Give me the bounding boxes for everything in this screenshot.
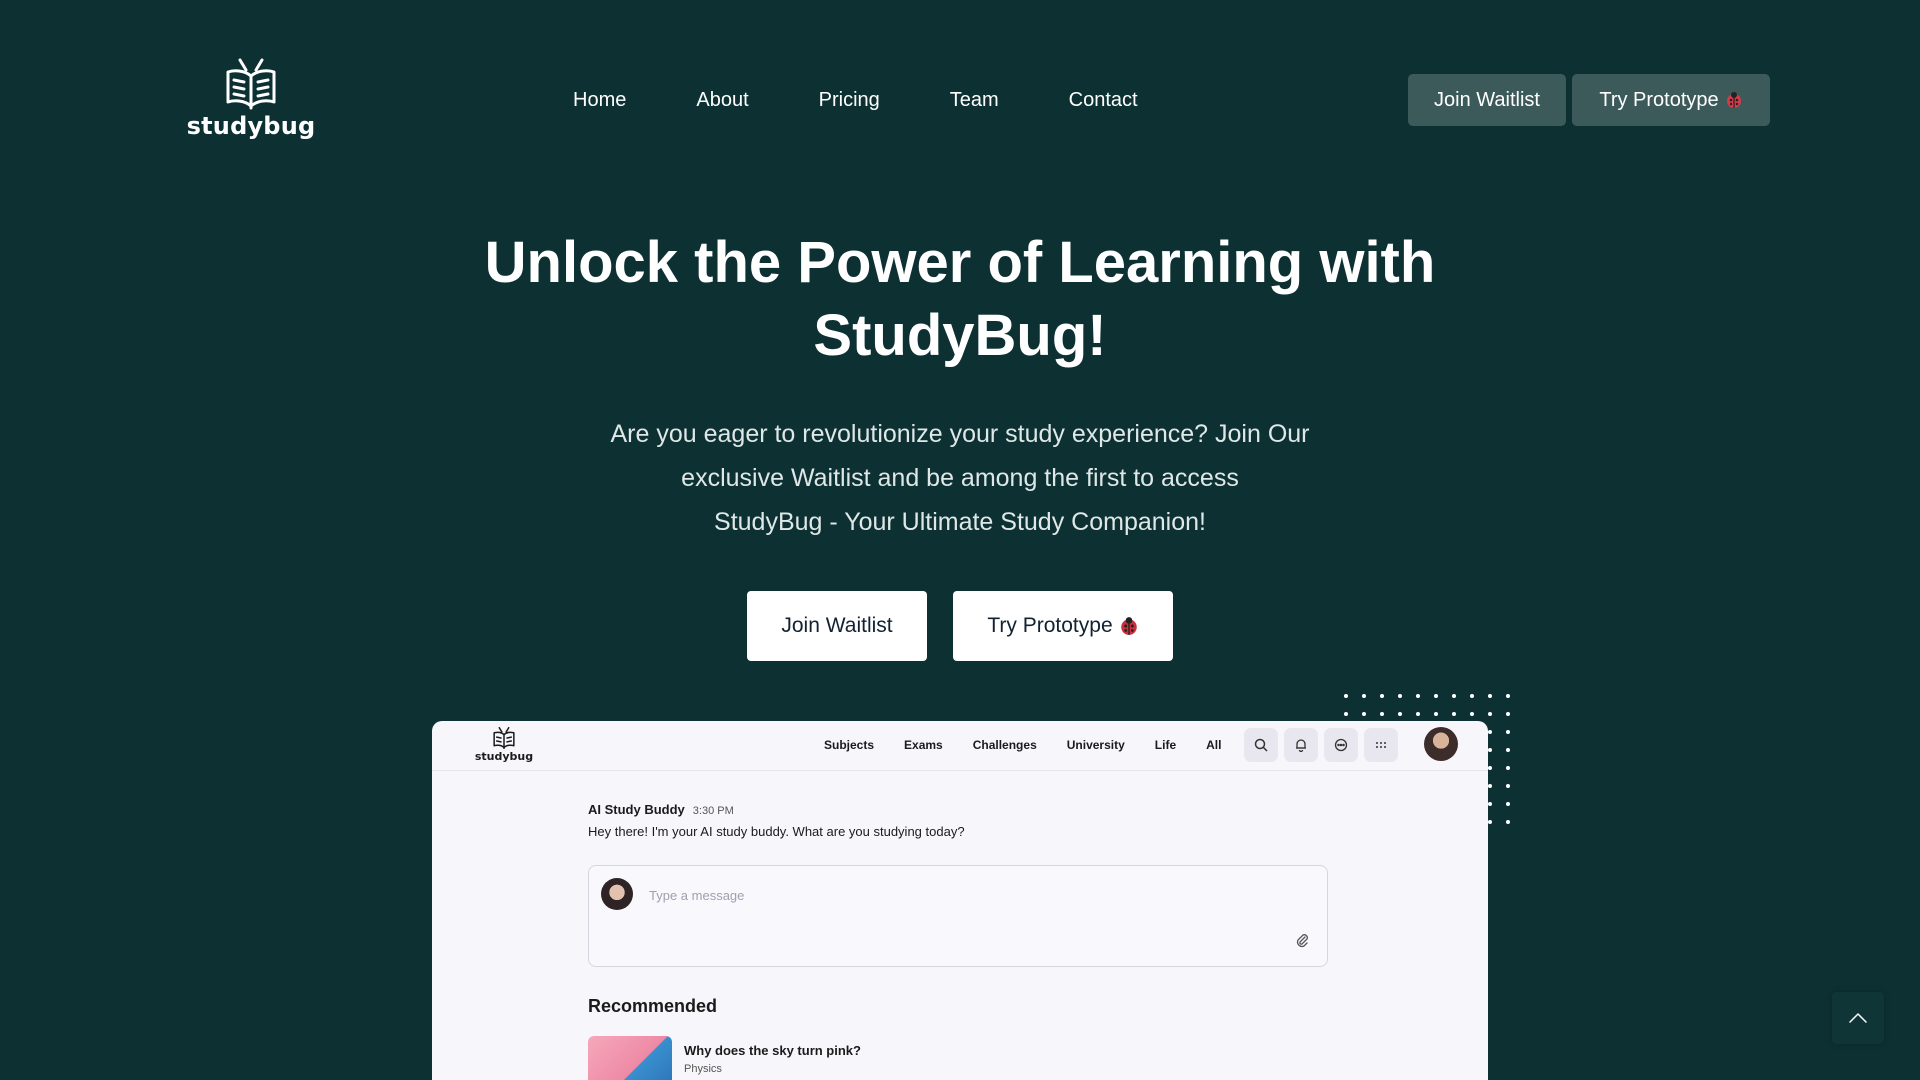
decor-dot [1506, 766, 1510, 770]
decor-dot [1488, 730, 1492, 734]
decor-dot [1434, 712, 1438, 716]
decor-dot [1506, 730, 1510, 734]
hero-title-line2: StudyBug! [813, 303, 1107, 368]
preview-nav-university[interactable]: University [1067, 738, 1125, 752]
decor-dot [1434, 694, 1438, 698]
ladybug-icon [1120, 617, 1137, 635]
decor-dot [1506, 748, 1510, 752]
preview-nav-exams[interactable]: Exams [904, 738, 943, 752]
input-avatar [601, 878, 633, 910]
decor-dot [1380, 694, 1384, 698]
decor-dot [1470, 712, 1474, 716]
decor-dot [1488, 784, 1492, 788]
decor-dot [1506, 820, 1510, 824]
preview-nav-subjects[interactable]: Subjects [824, 738, 874, 752]
decor-dot [1506, 694, 1510, 698]
chat-icon[interactable] [1324, 728, 1358, 762]
ladybug-icon [1726, 92, 1741, 108]
scroll-to-top-button[interactable] [1832, 992, 1884, 1044]
decor-dot [1380, 712, 1384, 716]
nav-team[interactable]: Team [950, 86, 999, 114]
decor-dot [1488, 766, 1492, 770]
main-nav: Home About Pricing Team Contact [573, 86, 1138, 114]
recommended-item-subject: Physics [684, 1063, 722, 1075]
preview-header: studybug Subjects Exams Challenges Unive… [432, 721, 1488, 771]
book-logo-icon [226, 58, 276, 110]
decor-dot [1398, 712, 1402, 716]
decor-dot [1416, 694, 1420, 698]
app-preview: studybug Subjects Exams Challenges Unive… [432, 721, 1488, 1080]
search-icon[interactable] [1244, 728, 1278, 762]
nav-home[interactable]: Home [573, 86, 626, 114]
book-logo-icon [493, 726, 515, 750]
decor-dot [1506, 802, 1510, 806]
message-author: AI Study Buddy 3:30 PM [588, 802, 734, 817]
message-input-box[interactable]: Type a message [588, 865, 1328, 967]
message-input-placeholder: Type a message [649, 888, 745, 903]
nav-try-prototype-button[interactable]: Try Prototype [1572, 74, 1770, 126]
decor-dot [1506, 712, 1510, 716]
message-author-name: AI Study Buddy [588, 802, 685, 817]
nav-join-waitlist-button[interactable]: Join Waitlist [1408, 74, 1566, 126]
preview-nav-challenges[interactable]: Challenges [973, 738, 1037, 752]
decor-dot [1362, 694, 1366, 698]
nav-try-prototype-label: Try Prototype [1599, 88, 1719, 111]
decor-dot [1488, 748, 1492, 752]
chevron-up-icon [1849, 1013, 1867, 1023]
decor-dot [1398, 694, 1402, 698]
user-avatar[interactable] [1424, 727, 1458, 761]
hero-try-prototype-button[interactable]: Try Prototype [953, 591, 1173, 661]
hero-title-line1: Unlock the Power of Learning with [484, 230, 1436, 295]
message-time: 3:30 PM [692, 805, 734, 817]
decor-dot [1362, 712, 1366, 716]
recommended-item-title[interactable]: Why does the sky turn pink? [684, 1043, 861, 1058]
decor-dot [1488, 802, 1492, 806]
nav-pricing[interactable]: Pricing [819, 86, 880, 114]
decor-dot [1344, 712, 1348, 716]
grid-icon[interactable] [1364, 728, 1398, 762]
logo-text: studybug [186, 112, 316, 140]
decor-dot [1488, 694, 1492, 698]
hero-subtitle-line3: StudyBug - Your Ultimate Study Companion… [714, 508, 1206, 536]
hero-title: Unlock the Power of Learning with StudyB… [460, 226, 1460, 372]
decor-dot [1470, 694, 1474, 698]
hero-subtitle-line2: exclusive Waitlist and be among the firs… [681, 464, 1239, 492]
nav-join-waitlist-label: Join Waitlist [1434, 88, 1540, 111]
preview-nav-all[interactable]: All [1206, 738, 1221, 752]
message-text: Hey there! I'm your AI study buddy. What… [588, 824, 965, 839]
preview-nav-life[interactable]: Life [1155, 738, 1176, 752]
decor-dot [1488, 820, 1492, 824]
brand-logo[interactable]: studybug [186, 56, 316, 140]
preview-logo: studybug [474, 726, 534, 763]
bell-icon[interactable] [1284, 728, 1318, 762]
preview-logo-text: studybug [474, 750, 534, 763]
decor-dot [1344, 694, 1348, 698]
nav-contact[interactable]: Contact [1069, 86, 1138, 114]
hero-join-waitlist-button[interactable]: Join Waitlist [747, 591, 927, 661]
decor-dot [1452, 712, 1456, 716]
decor-dot [1488, 712, 1492, 716]
recommended-title: Recommended [588, 996, 718, 1016]
hero-join-waitlist-label: Join Waitlist [781, 614, 893, 637]
paperclip-icon[interactable] [1295, 932, 1309, 948]
hero-try-prototype-label: Try Prototype [987, 614, 1113, 637]
hero-subtitle-line1: Are you eager to revolutionize your stud… [610, 420, 1310, 448]
decor-dot [1416, 712, 1420, 716]
preview-nav: Subjects Exams Challenges University Lif… [824, 738, 1221, 752]
nav-about[interactable]: About [696, 86, 748, 114]
decor-dot [1452, 694, 1456, 698]
recommended-thumbnail[interactable] [588, 1036, 672, 1080]
decor-dot [1506, 784, 1510, 788]
hero-subtitle: Are you eager to revolutionize your stud… [560, 412, 1360, 544]
